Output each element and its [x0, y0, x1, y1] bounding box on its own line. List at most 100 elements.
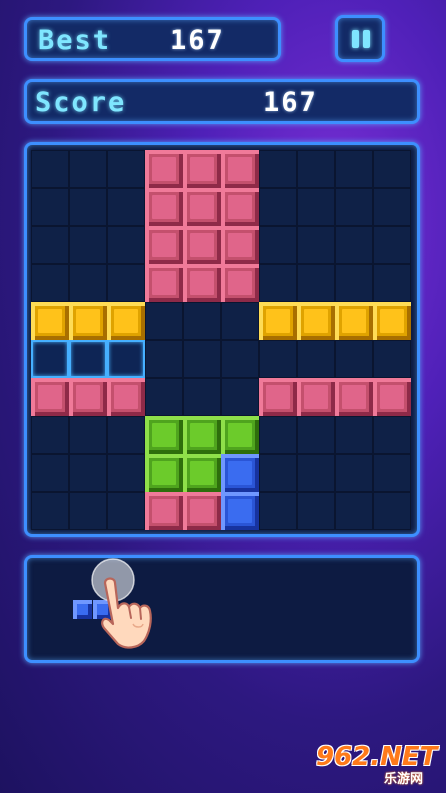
score-label: Score	[35, 87, 127, 118]
empty-cell	[107, 264, 145, 302]
best-value: 167	[170, 25, 225, 56]
pink-block	[297, 378, 335, 416]
pink-block	[259, 378, 297, 416]
empty-cell	[259, 492, 297, 530]
empty-cell	[145, 378, 183, 416]
empty-cell	[107, 150, 145, 188]
best-panel: Best 167	[24, 17, 281, 61]
best-label: Best	[38, 25, 112, 56]
empty-cell	[335, 188, 373, 226]
ghost-cell	[107, 340, 145, 378]
pink-block	[183, 188, 221, 226]
empty-cell	[221, 340, 259, 378]
empty-cell	[373, 492, 411, 530]
empty-cell	[259, 226, 297, 264]
empty-cell	[69, 188, 107, 226]
empty-cell	[221, 302, 259, 340]
empty-cell	[335, 416, 373, 454]
pink-block	[221, 226, 259, 264]
yellow-block	[107, 302, 145, 340]
empty-cell	[259, 340, 297, 378]
score-value: 167	[263, 87, 318, 118]
pointing-hand-icon	[91, 558, 152, 649]
pink-block	[145, 150, 183, 188]
green-block	[183, 416, 221, 454]
empty-cell	[183, 302, 221, 340]
green-block	[183, 454, 221, 492]
empty-cell	[297, 454, 335, 492]
empty-cell	[259, 454, 297, 492]
empty-cell	[145, 302, 183, 340]
pink-block	[183, 226, 221, 264]
empty-cell	[107, 188, 145, 226]
empty-cell	[259, 150, 297, 188]
yellow-block	[31, 302, 69, 340]
green-block	[221, 416, 259, 454]
yellow-block	[69, 302, 107, 340]
pink-block	[145, 264, 183, 302]
empty-cell	[297, 188, 335, 226]
empty-cell	[335, 226, 373, 264]
pink-block	[221, 150, 259, 188]
empty-cell	[31, 188, 69, 226]
board-grid[interactable]	[31, 150, 411, 530]
pink-block	[107, 378, 145, 416]
site-watermark: 962.NET 乐游网	[306, 742, 442, 788]
pink-block	[183, 264, 221, 302]
ghost-cell	[69, 340, 107, 378]
empty-cell	[31, 264, 69, 302]
empty-cell	[69, 454, 107, 492]
empty-cell	[69, 416, 107, 454]
empty-cell	[107, 454, 145, 492]
empty-cell	[107, 416, 145, 454]
pink-block	[221, 188, 259, 226]
piece-tray	[24, 555, 420, 663]
empty-cell	[259, 188, 297, 226]
empty-cell	[297, 264, 335, 302]
pink-block	[31, 378, 69, 416]
empty-cell	[259, 264, 297, 302]
pink-block	[183, 492, 221, 530]
empty-cell	[373, 416, 411, 454]
empty-cell	[69, 264, 107, 302]
empty-cell	[373, 188, 411, 226]
ghost-cell	[31, 340, 69, 378]
pink-block	[145, 188, 183, 226]
empty-cell	[335, 264, 373, 302]
pink-block	[373, 378, 411, 416]
yellow-block	[259, 302, 297, 340]
pink-block	[335, 378, 373, 416]
pink-block	[183, 150, 221, 188]
green-block	[145, 454, 183, 492]
empty-cell	[297, 340, 335, 378]
pink-block	[145, 492, 183, 530]
empty-cell	[297, 150, 335, 188]
empty-cell	[107, 492, 145, 530]
empty-cell	[335, 492, 373, 530]
empty-cell	[145, 340, 183, 378]
pink-block	[69, 378, 107, 416]
yellow-block	[373, 302, 411, 340]
empty-cell	[373, 226, 411, 264]
empty-cell	[335, 340, 373, 378]
empty-cell	[183, 340, 221, 378]
empty-cell	[335, 150, 373, 188]
yellow-block	[297, 302, 335, 340]
empty-cell	[297, 492, 335, 530]
empty-cell	[373, 150, 411, 188]
empty-cell	[107, 226, 145, 264]
empty-cell	[31, 226, 69, 264]
empty-cell	[183, 378, 221, 416]
pause-button[interactable]	[335, 15, 385, 62]
empty-cell	[373, 340, 411, 378]
empty-cell	[69, 150, 107, 188]
score-panel: Score 167	[24, 79, 420, 124]
watermark-subtitle: 乐游网	[384, 772, 424, 787]
empty-cell	[297, 226, 335, 264]
blue-block	[221, 454, 259, 492]
empty-cell	[373, 454, 411, 492]
empty-cell	[31, 454, 69, 492]
empty-cell	[69, 226, 107, 264]
empty-cell	[31, 416, 69, 454]
empty-cell	[221, 378, 259, 416]
